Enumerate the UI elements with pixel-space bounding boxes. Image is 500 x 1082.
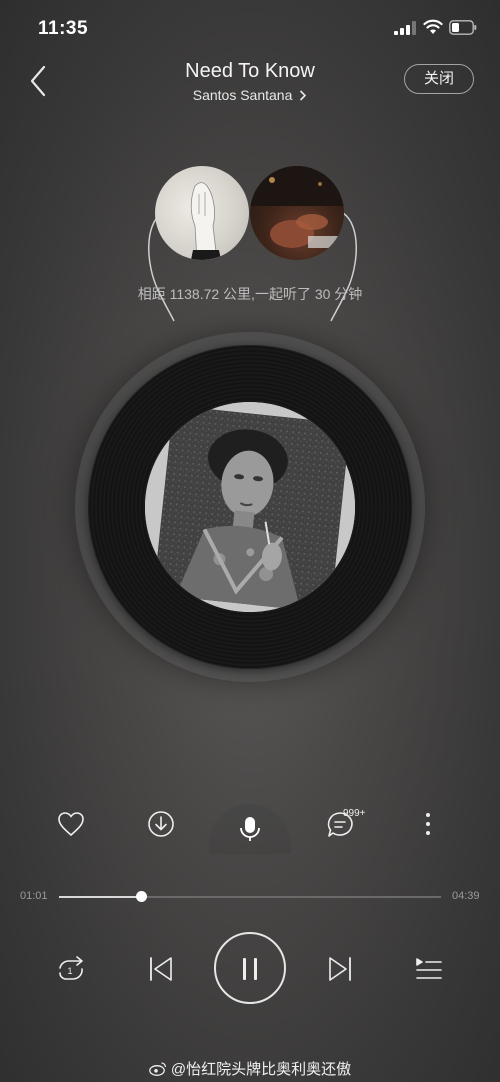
watermark: @怡红院头牌比奥利奥还傲 [0, 1058, 500, 1079]
total-time: 04:39 [452, 890, 480, 902]
close-button[interactable]: 关闭 [404, 64, 474, 94]
hands-photo [190, 182, 221, 260]
download-button[interactable] [147, 810, 175, 838]
progress-fill [59, 896, 142, 898]
previous-icon [150, 957, 172, 981]
album-cover [145, 402, 355, 612]
svg-text:1: 1 [67, 966, 72, 976]
more-icon [426, 813, 430, 835]
listen-distance-text: 相距 1138.72 公里,一起听了 30 分钟 [137, 286, 363, 302]
voice-chat-button[interactable] [209, 804, 291, 854]
repeat-mode-button[interactable]: 1 [55, 955, 87, 985]
pause-icon [243, 958, 257, 980]
playlist-button[interactable] [414, 955, 444, 983]
album-cover-portrait [145, 402, 355, 612]
cellular-signal-icon [394, 21, 416, 35]
next-icon [329, 957, 351, 981]
battery-icon [449, 20, 477, 35]
user-avatar-right[interactable] [250, 166, 344, 260]
more-options-button[interactable] [420, 811, 436, 837]
elapsed-time: 01:01 [20, 890, 48, 902]
previous-track-button[interactable] [148, 955, 174, 983]
progress-thumb[interactable] [136, 891, 148, 902]
download-icon [148, 811, 174, 837]
repeat-one-icon: 1 [59, 956, 83, 980]
chevron-right-icon [300, 90, 307, 101]
play-pause-button[interactable] [214, 932, 286, 1004]
night-scene-photo [250, 166, 344, 248]
next-track-button[interactable] [327, 955, 353, 983]
artist-name: Santos Santana [192, 87, 293, 103]
like-button[interactable] [57, 811, 85, 837]
mic-icon [240, 817, 260, 841]
playlist-icon [416, 958, 442, 979]
user-avatar-left[interactable] [155, 166, 249, 260]
watermark-text: @怡红院头牌比奥利奥还傲 [170, 1061, 352, 1078]
status-time: 11:35 [38, 18, 89, 39]
wifi-icon [423, 19, 443, 34]
heart-icon [58, 812, 84, 837]
weibo-icon [149, 1062, 166, 1076]
comment-count-badge: 999+ [343, 808, 366, 819]
